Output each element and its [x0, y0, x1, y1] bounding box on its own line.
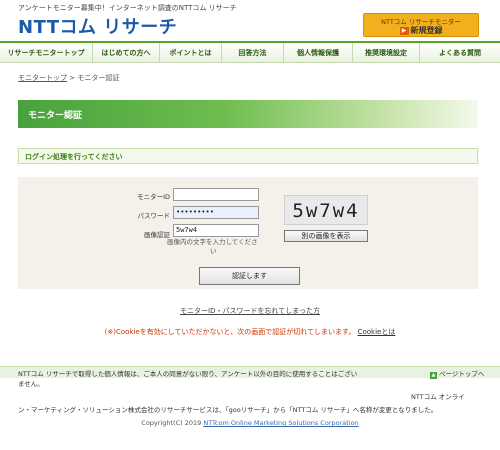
cookie-warning-text: (※)Cookieを有効にしていただかないと、次の画面で認証が切れてしまいます。 [104, 328, 356, 336]
page-top-link[interactable]: ▲ ページトップへ [430, 368, 484, 379]
status-bar: ログイン処理を行ってください [18, 148, 478, 164]
page-title: モニター認証 [28, 111, 83, 121]
submit-button[interactable]: 認証します [199, 267, 300, 285]
register-label: 新規登録 [410, 26, 443, 35]
nav-item-environment[interactable]: 推奨環境設定 [353, 43, 420, 63]
nav-item-beginners[interactable]: はじめての方へ [93, 43, 160, 63]
breadcrumb-separator: > [69, 74, 76, 82]
global-nav: リサーチモニタートップ はじめての方へ ポイントとは 回答方法 個人情報保護 推… [0, 41, 500, 63]
new-registration-button[interactable]: NTTコム リサーチモニター ▶ 新規登録 [363, 13, 479, 37]
status-message: ログイン処理を行ってください [25, 153, 123, 161]
privacy-notice: NTTコム リサーチで取得した個人情報は、ご本人の同意がない限り、アンケート以外… [18, 369, 398, 389]
copyright-text: Copyright(C) 2019 [141, 419, 202, 427]
forgot-credentials-link[interactable]: モニターID・パスワードを忘れてしまった方 [0, 306, 500, 316]
breadcrumb-home[interactable]: モニタートップ [18, 74, 67, 82]
captcha-input[interactable]: 5w7w4 [173, 224, 259, 237]
password-input[interactable]: ••••••••• [173, 206, 259, 219]
captcha-hint-line2: い [210, 247, 217, 255]
site-tagline: アンケートモニター募集中！インターネット調査のNTTコム リサーチ [18, 4, 237, 12]
nav-item-monitor-top[interactable]: リサーチモニタートップ [0, 43, 93, 63]
cookie-notice: (※)Cookieを有効にしていただかないと、次の画面で認証が切れてしまいます。… [0, 327, 500, 337]
monitor-id-input[interactable] [173, 188, 259, 201]
other-image-button[interactable]: 別の画像を表示 [284, 230, 368, 242]
breadcrumb-current: モニター認証 [77, 74, 120, 82]
service-rename-notice: ン・マーケティング・ソリューション株式会社のリサーチサービスは、「gooリサーチ… [18, 406, 438, 414]
company-name-fragment: NTTコム オンライ [411, 393, 465, 401]
cookie-info-link[interactable]: Cookieとは [358, 328, 396, 336]
password-label: パスワード [137, 212, 171, 220]
nav-item-how-to-answer[interactable]: 回答方法 [222, 43, 284, 63]
site-logo[interactable]: NTTコム リサーチ [18, 13, 177, 39]
nav-item-points[interactable]: ポイントとは [160, 43, 222, 63]
privacy-line2: ません。 [18, 380, 44, 388]
privacy-line1: NTTコム リサーチで取得した個人情報は、ご本人の同意がない限り、アンケート以外… [18, 370, 358, 378]
captcha-image: 5w7w4 [284, 195, 368, 225]
page-title-banner: モニター認証 [18, 100, 478, 128]
nav-item-privacy[interactable]: 個人情報保護 [284, 43, 353, 63]
captcha-label: 画像認証 [144, 231, 170, 239]
captcha-hint-line1: 画像内の文字を入力してくださ [167, 238, 258, 246]
copyright: Copyright(C) 2019 NTTcom Online Marketin… [0, 419, 500, 427]
monitor-id-label: モニターID [137, 193, 170, 201]
arrow-right-icon: ▶ [399, 26, 409, 35]
breadcrumb: モニタートップ > モニター認証 [18, 73, 119, 83]
page-top-label: ページトップへ [439, 370, 485, 378]
arrow-up-icon: ▲ [430, 372, 437, 379]
nav-item-faq[interactable]: よくある質問 [420, 43, 500, 63]
company-link[interactable]: NTTcom Online Marketing Solutions Corpor… [203, 419, 358, 427]
